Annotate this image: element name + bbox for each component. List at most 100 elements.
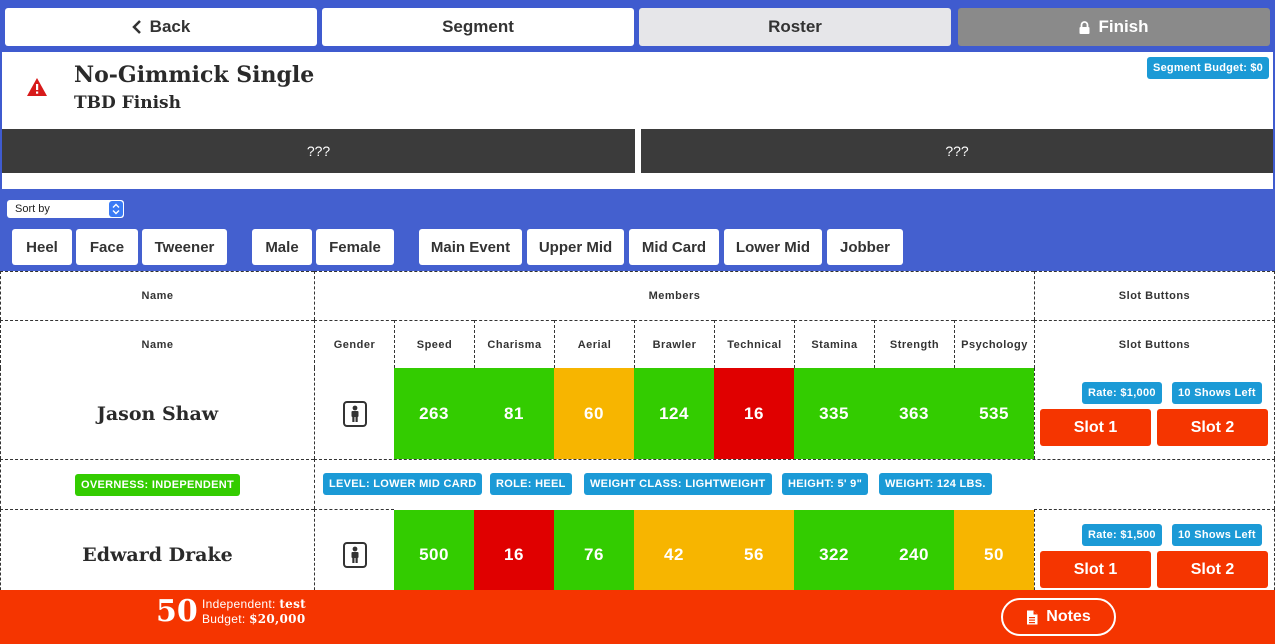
- overness-badge: OVERNESS: INDEPENDENT: [75, 473, 240, 496]
- stat-speed: 263: [394, 368, 474, 459]
- rate-badge: Rate: $1,500: [1082, 524, 1162, 546]
- filter-tweener-button[interactable]: Tweener: [142, 229, 227, 265]
- column-header-psychology-label: Psychology: [961, 338, 1028, 351]
- column-header-brawler: Brawler: [634, 320, 714, 368]
- column-header-strength: Strength: [874, 320, 954, 368]
- gender-cell: [314, 368, 394, 459]
- segment-subtitle: TBD Finish: [74, 93, 181, 113]
- wrestler-name: Edward Drake: [82, 544, 233, 566]
- column-header-technical-label: Technical: [727, 338, 782, 351]
- shows-left-badge: 10 Shows Left: [1172, 524, 1262, 546]
- slot-1-button[interactable]: Slot 1: [1040, 551, 1151, 588]
- column-header-brawler-label: Brawler: [652, 338, 697, 351]
- warning-triangle-icon: [26, 77, 48, 102]
- filter-jobber-button[interactable]: Jobber: [827, 229, 903, 265]
- wrestler-name: Jason Shaw: [96, 402, 219, 425]
- filter-bar: Sort by Heel Face Tweener Male Female Ma…: [0, 189, 1275, 271]
- stat-charisma: 81: [474, 368, 554, 459]
- overness-cell: OVERNESS: INDEPENDENT: [0, 459, 314, 509]
- sort-label: Sort by: [15, 203, 50, 215]
- budget-label: Budget:: [202, 612, 246, 626]
- segment-label: Segment: [442, 17, 514, 36]
- segment-header: No-Gimmick Single TBD Finish Segment Bud…: [0, 52, 1275, 189]
- filter-upper-mid-button[interactable]: Upper Mid: [527, 229, 624, 265]
- weight-class-badge: WEIGHT CLASS: LIGHTWEIGHT: [584, 473, 772, 495]
- stat-brawler: 124: [634, 368, 714, 459]
- wrestler-name-cell: Edward Drake: [0, 509, 314, 590]
- stat-technical: 56: [714, 510, 794, 590]
- group-header-name: Name: [0, 271, 314, 320]
- stat-speed: 500: [394, 510, 474, 590]
- finish-button[interactable]: Finish: [958, 8, 1270, 46]
- filter-heel-button[interactable]: Heel: [12, 229, 72, 265]
- stat-stamina: 322: [794, 510, 874, 590]
- filter-main-event-button[interactable]: Main Event: [419, 229, 522, 265]
- back-button[interactable]: Back: [5, 8, 317, 46]
- document-icon: [1026, 610, 1038, 625]
- slot-2-button[interactable]: Slot 2: [1157, 409, 1268, 446]
- chevron-left-icon: [131, 20, 142, 34]
- top-nav: Back Segment Roster Finish: [0, 0, 1275, 52]
- group-header-name-label: Name: [141, 290, 174, 302]
- column-header-name-label: Name: [141, 338, 174, 351]
- notes-label: Notes: [1046, 608, 1091, 625]
- roster-tab[interactable]: Roster: [639, 8, 951, 46]
- sort-select[interactable]: Sort by: [7, 200, 124, 218]
- notes-button[interactable]: Notes: [1001, 598, 1116, 636]
- column-header-charisma: Charisma: [474, 320, 554, 368]
- filter-mid-card-button[interactable]: Mid Card: [629, 229, 719, 265]
- slot-2-button[interactable]: Slot 2: [1157, 551, 1268, 588]
- stat-aerial: 60: [554, 368, 634, 459]
- column-header-gender: Gender: [314, 320, 394, 368]
- segment-title: No-Gimmick Single: [74, 62, 315, 88]
- roster-count: 50: [156, 594, 198, 629]
- budget-value: $20,000: [249, 612, 306, 626]
- promotion-value: test: [279, 597, 306, 611]
- column-header-strength-label: Strength: [889, 338, 940, 351]
- stat-aerial: 76: [554, 510, 634, 590]
- segment-tab[interactable]: Segment: [322, 8, 634, 46]
- stat-brawler: 42: [634, 510, 714, 590]
- filter-male-button[interactable]: Male: [252, 229, 312, 265]
- lock-icon: [1079, 20, 1090, 34]
- group-header-slots: Slot Buttons: [1034, 271, 1275, 320]
- column-header-slots-label: Slot Buttons: [1118, 338, 1191, 351]
- filter-female-button[interactable]: Female: [316, 229, 394, 265]
- stat-psychology: 50: [954, 510, 1034, 590]
- stat-stamina: 335: [794, 368, 874, 459]
- column-header-stamina-label: Stamina: [811, 338, 858, 351]
- height-badge: HEIGHT: 5' 9": [782, 473, 869, 495]
- shows-left-badge: 10 Shows Left: [1172, 382, 1262, 404]
- slot-1-button[interactable]: Slot 1: [1040, 409, 1151, 446]
- app-root: Back Segment Roster Finish No-Gimmick Si…: [0, 0, 1275, 644]
- column-header-aerial-label: Aerial: [577, 338, 612, 351]
- promotion-line: Independent: test: [202, 597, 306, 611]
- select-arrows-icon: [109, 201, 123, 217]
- segment-slot-2[interactable]: ???: [641, 129, 1273, 173]
- back-label: Back: [149, 17, 191, 36]
- stat-psychology: 535: [954, 368, 1034, 459]
- filter-lower-mid-button[interactable]: Lower Mid: [724, 229, 822, 265]
- column-header-aerial: Aerial: [554, 320, 634, 368]
- roster-table: Name Members Slot Buttons Name Gender Sp…: [0, 271, 1275, 590]
- column-header-charisma-label: Charisma: [487, 338, 542, 351]
- weight-badge: WEIGHT: 124 LBS.: [879, 473, 992, 495]
- group-header-members-label: Members: [648, 290, 701, 302]
- male-person-icon: [342, 400, 367, 427]
- male-person-icon: [342, 542, 367, 568]
- segment-budget-badge: Segment Budget: $0: [1147, 57, 1269, 79]
- stat-technical: 16: [714, 368, 794, 459]
- stat-strength: 363: [874, 368, 954, 459]
- rate-badge: Rate: $1,000: [1082, 382, 1162, 404]
- filter-face-button[interactable]: Face: [76, 229, 138, 265]
- group-header-members: Members: [314, 271, 1034, 320]
- group-header-slots-label: Slot Buttons: [1118, 290, 1191, 302]
- column-header-speed-label: Speed: [416, 338, 453, 351]
- stat-strength: 240: [874, 510, 954, 590]
- segment-slot-1[interactable]: ???: [2, 129, 635, 173]
- level-badge: LEVEL: LOWER MID CARD: [323, 473, 483, 495]
- finish-label: Finish: [1098, 17, 1149, 36]
- gender-cell: [314, 509, 394, 590]
- stat-charisma: 16: [474, 510, 554, 590]
- column-header-stamina: Stamina: [794, 320, 874, 368]
